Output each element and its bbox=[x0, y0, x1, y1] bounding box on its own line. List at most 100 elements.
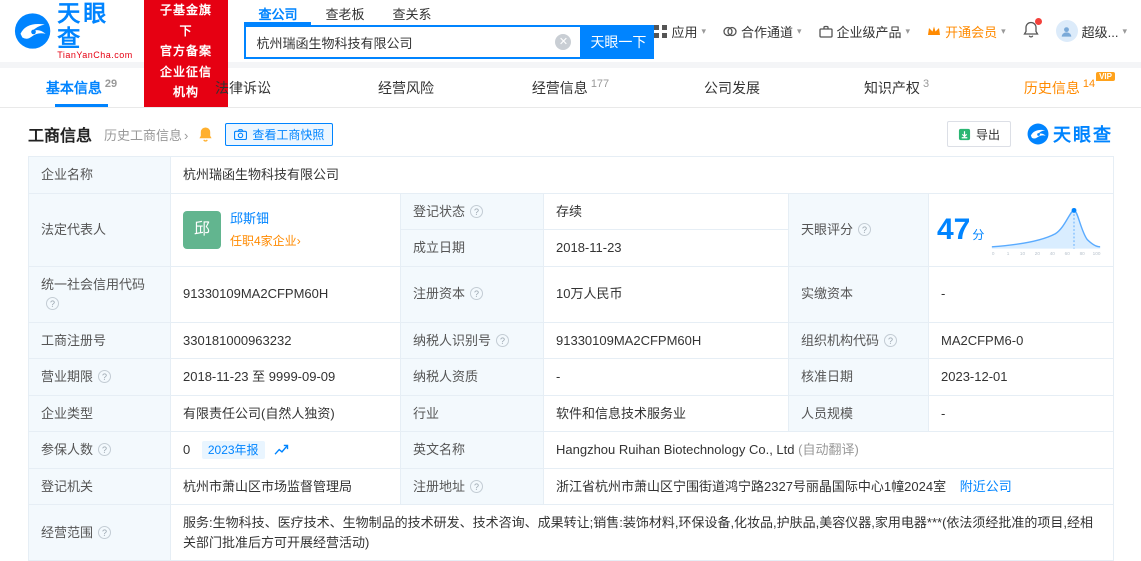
help-icon[interactable]: ? bbox=[98, 370, 112, 383]
table-row: 统一社会信用代码? 91330109MA2CFPM60H 注册资本? 10万人民… bbox=[28, 265, 1114, 323]
export-button[interactable]: 导出 bbox=[946, 121, 1011, 147]
top-menu: 应用 ▾ 合作通道 ▾ 企业级产品 ▾ 开通会员 ▾ 超级... ▾ bbox=[654, 18, 1127, 42]
chevron-right-icon: › bbox=[296, 233, 301, 248]
score-unit: 分 bbox=[972, 228, 985, 242]
search-button[interactable]: 天眼一下 bbox=[582, 25, 655, 59]
help-icon[interactable]: ? bbox=[470, 479, 484, 493]
field-value-insured-count: 0 2023年报 bbox=[170, 431, 401, 469]
help-icon[interactable]: ? bbox=[470, 287, 484, 301]
score-distribution-chart: 0 1 10 20 40 60 80 100 bbox=[992, 207, 1101, 256]
menu-apps-label: 应用 bbox=[671, 24, 698, 40]
field-label-term: 营业期限? bbox=[28, 358, 171, 396]
field-value-registration-authority: 杭州市萧山区市场监督管理局 bbox=[170, 467, 401, 505]
insured-number: 0 bbox=[183, 442, 191, 457]
table-row: 法定代表人 邱 邱斯钿 任职4家企业› 登记状态? 存续 天眼评分? 47分 bbox=[28, 192, 1114, 267]
search-box: ✕ bbox=[244, 25, 583, 59]
field-value-company-type: 有限责任公司(自然人独资) bbox=[170, 394, 401, 432]
notifications-bell[interactable] bbox=[1022, 18, 1042, 41]
annual-report-tag[interactable]: 2023年报 bbox=[201, 441, 265, 459]
field-label-reg-no: 工商注册号 bbox=[28, 321, 171, 359]
field-label-industry: 行业 bbox=[400, 394, 544, 432]
help-icon[interactable]: ? bbox=[496, 333, 510, 347]
tab-intellectual-property[interactable]: 知识产权 3 bbox=[815, 68, 978, 107]
field-label-approve-date: 核准日期 bbox=[788, 358, 929, 396]
search-input[interactable] bbox=[246, 34, 556, 50]
help-icon[interactable]: ? bbox=[98, 525, 112, 539]
vip-badge: VIP bbox=[1096, 72, 1115, 81]
tab-operation-risk[interactable]: 经营风险 bbox=[326, 68, 489, 107]
tianyancha-watermark: 天眼查 bbox=[1027, 121, 1113, 147]
menu-apps[interactable]: 应用 ▾ bbox=[654, 22, 706, 41]
legal-rep-name-link[interactable]: 邱斯钿 bbox=[230, 209, 301, 229]
field-value-staff-size: - bbox=[928, 394, 1114, 432]
section-tabs: 基本信息 29 法律诉讼 经营风险 经营信息 177 公司发展 知识产权 3 历史信息… bbox=[0, 68, 1141, 108]
field-value-org-code: MA2CFPM6-0 bbox=[928, 321, 1114, 359]
tianyancha-logo[interactable]: 天眼查 TianYanCha.com bbox=[14, 0, 134, 61]
field-label-insured-count: 参保人数? bbox=[28, 431, 171, 469]
field-value-registered-address: 浙江省杭州市萧山区宁围街道鸿宁路2327号丽晶国际中心1幢2024室 附近公司 bbox=[543, 467, 1114, 505]
help-icon[interactable]: ? bbox=[884, 333, 898, 347]
tab-basic-info[interactable]: 基本信息 29 bbox=[0, 68, 163, 107]
field-label-org-code: 组织机构代码? bbox=[788, 321, 929, 359]
legal-rep-avatar[interactable]: 邱 bbox=[183, 210, 221, 249]
help-icon[interactable]: ? bbox=[98, 443, 112, 456]
tab-legal-litigation[interactable]: 法律诉讼 bbox=[163, 68, 326, 107]
search-tab-relation[interactable]: 查关系 bbox=[378, 3, 445, 25]
field-value-reg-no: 330181000963232 bbox=[170, 321, 401, 359]
field-value-paid-capital: - bbox=[928, 265, 1114, 323]
top-header: 天眼查 TianYanCha.com 国家中小企业发展子基金旗下 官方备案企业征… bbox=[0, 0, 1141, 108]
tab-history-info[interactable]: 历史信息 14 VIP bbox=[978, 68, 1141, 107]
search-tab-company[interactable]: 查公司 bbox=[244, 3, 312, 25]
camera-icon bbox=[234, 128, 248, 140]
user-name: 超级... bbox=[1081, 24, 1119, 40]
monitor-bell-icon[interactable] bbox=[198, 126, 213, 142]
trend-chart-icon[interactable] bbox=[274, 444, 289, 456]
auto-translate-note: (自动翻译) bbox=[798, 442, 859, 457]
table-row: 登记机关 杭州市萧山区市场监督管理局 注册地址? 浙江省杭州市萧山区宁围街道鸿宁… bbox=[28, 467, 1114, 505]
menu-cooperation[interactable]: 合作通道 ▾ bbox=[723, 22, 802, 41]
table-row: 营业期限? 2018-11-23 至 9999-09-09 纳税人资质 - 核准… bbox=[28, 358, 1114, 396]
snapshot-button-label: 查看工商快照 bbox=[252, 127, 325, 142]
logo-domain: TianYanCha.com bbox=[57, 50, 133, 61]
svg-text:100: 100 bbox=[1093, 251, 1101, 256]
table-row: 参保人数? 0 2023年报 英文名称 Hangzhou Ruihan Biot… bbox=[28, 431, 1114, 469]
table-row: 企业名称 杭州瑞函生物科技有限公司 bbox=[28, 156, 1114, 194]
field-label-tax-qualification: 纳税人资质 bbox=[400, 358, 544, 396]
menu-enterprise-product[interactable]: 企业级产品 ▾ bbox=[818, 22, 910, 41]
history-business-info-link[interactable]: 历史工商信息 › bbox=[104, 125, 188, 144]
export-button-label: 导出 bbox=[975, 127, 1000, 142]
help-icon[interactable]: ? bbox=[470, 204, 484, 218]
menu-open-vip[interactable]: 开通会员 ▾ bbox=[927, 22, 1006, 41]
view-snapshot-button[interactable]: 查看工商快照 bbox=[225, 122, 334, 146]
table-row: 企业类型 有限责任公司(自然人独资) 行业 软件和信息技术服务业 人员规模 - bbox=[28, 394, 1114, 432]
help-icon[interactable]: ? bbox=[46, 297, 59, 310]
clear-search-icon[interactable]: ✕ bbox=[555, 34, 572, 50]
field-label-uscc: 统一社会信用代码? bbox=[28, 265, 171, 323]
field-label-establish-date: 成立日期 bbox=[400, 229, 544, 267]
svg-text:80: 80 bbox=[1080, 251, 1086, 256]
registered-address: 浙江省杭州市萧山区宁围街道鸿宁路2327号丽晶国际中心1幢2024室 bbox=[556, 478, 947, 494]
logo-text: 天眼查 bbox=[57, 0, 110, 52]
field-label-score: 天眼评分? bbox=[788, 192, 929, 267]
field-value-legal-rep: 邱 邱斯钿 任职4家企业› bbox=[170, 192, 401, 267]
user-account[interactable]: 超级... ▾ bbox=[1055, 20, 1127, 42]
tab-label: 公司发展 bbox=[704, 79, 760, 96]
field-label-english-name: 英文名称 bbox=[400, 431, 544, 469]
vip-crown-icon bbox=[928, 26, 941, 35]
field-label-company-type: 企业类型 bbox=[28, 394, 171, 432]
field-value-term: 2018-11-23 至 9999-09-09 bbox=[170, 358, 401, 396]
tab-business-info[interactable]: 经营信息 177 bbox=[489, 68, 652, 107]
table-row: 工商注册号 330181000963232 纳税人识别号? 91330109MA… bbox=[28, 321, 1114, 359]
legal-rep-jobs-link[interactable]: 任职4家企业› bbox=[230, 232, 301, 250]
search-tab-boss[interactable]: 查老板 bbox=[311, 3, 378, 25]
nearby-companies-link[interactable]: 附近公司 bbox=[960, 479, 1012, 494]
field-value-score[interactable]: 47 分 0 1 10 20 40 60 80 100 bbox=[928, 192, 1114, 267]
field-label-company-name: 企业名称 bbox=[28, 156, 171, 194]
user-avatar bbox=[1055, 20, 1078, 42]
help-icon[interactable]: ? bbox=[858, 222, 872, 236]
grid-icon bbox=[654, 24, 668, 38]
table-row: 经营范围? 服务:生物科技、医疗技术、生物制品的技术研发、技术咨询、成果转让;销… bbox=[28, 504, 1114, 561]
tab-company-development[interactable]: 公司发展 bbox=[652, 68, 815, 107]
briefcase-icon bbox=[818, 25, 833, 38]
field-value-approve-date: 2023-12-01 bbox=[928, 358, 1114, 396]
